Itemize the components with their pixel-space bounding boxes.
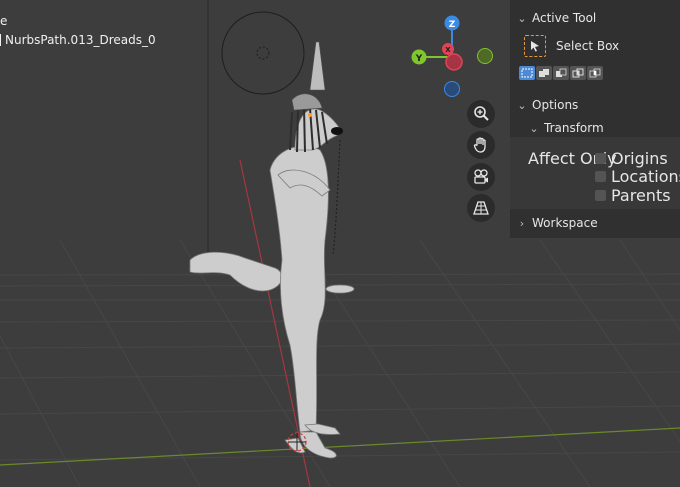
mode-invert-button[interactable] bbox=[570, 66, 586, 80]
select-box-icon bbox=[524, 35, 546, 57]
selection-mode-group bbox=[519, 66, 603, 80]
navigation-gizmo[interactable]: Z Y X bbox=[411, 15, 493, 97]
curve-path bbox=[332, 139, 341, 256]
active-tool-title: Active Tool bbox=[532, 11, 597, 25]
gizmo-x-label: X bbox=[445, 46, 451, 54]
workspace-section: › Workspace bbox=[510, 209, 680, 238]
transform-subpanel: Affect Only Origins Locations Parents bbox=[510, 137, 680, 209]
mode-intersect-button[interactable] bbox=[587, 66, 603, 80]
camera-icon bbox=[474, 169, 488, 184]
mode-new-button[interactable] bbox=[519, 66, 535, 80]
options-title: Options bbox=[532, 98, 579, 112]
object-info: NurbsPath.013_Dreads_0 bbox=[0, 33, 156, 47]
head-top bbox=[291, 93, 323, 111]
mode-intersect-icon bbox=[589, 68, 601, 78]
checkbox-locations[interactable]: Locations bbox=[595, 167, 680, 186]
selected-origin bbox=[308, 113, 312, 117]
options-header[interactable]: ⌄ Options bbox=[516, 98, 578, 112]
transform-header[interactable]: ⌄ Transform bbox=[528, 121, 604, 135]
nose bbox=[331, 127, 343, 135]
gizmo-neg-z[interactable] bbox=[444, 81, 460, 97]
checkbox-parents[interactable]: Parents bbox=[595, 186, 671, 205]
floor-grid bbox=[0, 239, 680, 487]
cone-object bbox=[309, 41, 326, 91]
checkbox-label: Locations bbox=[611, 167, 680, 186]
character-mesh bbox=[189, 108, 355, 459]
gizmo-z-label: Z bbox=[449, 20, 456, 30]
object-name: NurbsPath.013_Dreads_0 bbox=[5, 33, 156, 47]
checkbox-label: Origins bbox=[611, 149, 668, 168]
active-tool-row[interactable]: Select Box bbox=[524, 35, 619, 57]
chevron-down-icon: ⌄ bbox=[517, 11, 527, 25]
checkbox-box[interactable] bbox=[595, 171, 606, 182]
checkbox-box[interactable] bbox=[595, 190, 606, 201]
hand-pan-icon bbox=[473, 137, 486, 153]
mode-extend-icon bbox=[539, 69, 549, 77]
mode-extend-button[interactable] bbox=[536, 66, 552, 80]
mode-new-icon bbox=[521, 68, 533, 78]
zoom-icon bbox=[474, 106, 489, 121]
mode-invert-icon bbox=[572, 68, 584, 78]
light-origin bbox=[256, 46, 270, 60]
workspace-title: Workspace bbox=[532, 216, 598, 230]
checkbox-label: Parents bbox=[611, 186, 671, 205]
perspective-grid-icon bbox=[473, 201, 489, 215]
active-tool-name: Select Box bbox=[556, 39, 620, 53]
gizmo-neg-y[interactable] bbox=[477, 48, 493, 64]
zoom-button[interactable] bbox=[467, 100, 495, 128]
camera-circle bbox=[221, 11, 305, 95]
gizmo-neg-x[interactable] bbox=[445, 53, 463, 71]
perspective-toggle-button[interactable] bbox=[467, 194, 495, 222]
pan-button[interactable] bbox=[467, 131, 495, 159]
camera-view-button[interactable] bbox=[467, 163, 495, 191]
mode-subtract-icon bbox=[556, 68, 567, 77]
chevron-right-icon: › bbox=[519, 216, 525, 230]
checkbox-box[interactable] bbox=[595, 153, 606, 164]
gizmo-y-label: Y bbox=[415, 54, 423, 64]
transform-title: Transform bbox=[544, 121, 604, 135]
workspace-header[interactable]: › Workspace bbox=[516, 216, 598, 230]
mode-subtract-button[interactable] bbox=[553, 66, 569, 80]
chevron-down-icon: ⌄ bbox=[529, 121, 539, 135]
active-tool-header[interactable]: ⌄ Active Tool bbox=[516, 11, 596, 25]
viewport-header-fragment: e bbox=[0, 14, 8, 28]
chevron-down-icon: ⌄ bbox=[517, 98, 527, 112]
checkbox-origins[interactable]: Origins bbox=[595, 149, 668, 168]
